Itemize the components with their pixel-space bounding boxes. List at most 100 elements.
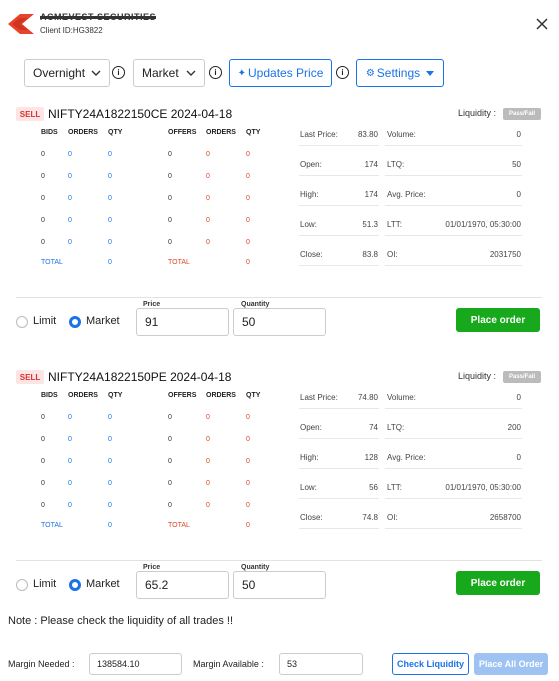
total-bid-qty: 0: [108, 259, 112, 266]
depth-header-orders: ORDERS: [206, 392, 236, 399]
place-order-button[interactable]: Place order: [456, 571, 540, 595]
price-input[interactable]: 91: [136, 308, 229, 336]
offer-orders: 0: [206, 502, 210, 509]
check-liquidity-button[interactable]: Check Liquidity: [392, 653, 469, 675]
info-icon[interactable]: i: [112, 66, 125, 79]
stat-label-ltq: LTQ:: [387, 423, 405, 432]
stat-last-price: 83.80: [357, 130, 378, 139]
quantity-input[interactable]: 50: [233, 571, 326, 599]
offer-qty: 0: [246, 239, 250, 246]
quantity-input[interactable]: 50: [233, 308, 326, 336]
offer-price: 0: [168, 239, 172, 246]
depth-total-label: TOTAL: [168, 259, 190, 266]
stat-label-open: Open:: [300, 160, 322, 169]
offer-qty: 0: [246, 502, 250, 509]
depth-header-qty: QTY: [108, 392, 123, 399]
stat-divider: [385, 528, 522, 529]
offer-qty: 0: [246, 480, 250, 487]
place-order-button[interactable]: Place order: [456, 308, 540, 332]
depth-total-label: TOTAL: [41, 522, 63, 529]
bid-orders: 0: [68, 502, 72, 509]
bid-price: 0: [41, 436, 45, 443]
offer-price: 0: [168, 458, 172, 465]
stat-open: 74: [369, 423, 378, 432]
depth-header-bids: BIDS: [41, 392, 58, 399]
bid-qty: 0: [108, 436, 112, 443]
offer-orders: 0: [206, 151, 210, 158]
instrument-name: NIFTY24A1822150CE 2024-04-18: [48, 107, 233, 121]
side-badge: SELL: [16, 370, 44, 384]
product-select[interactable]: Overnight: [24, 59, 110, 87]
offer-orders: 0: [206, 195, 210, 202]
stat-label-volume: Volume:: [387, 130, 416, 139]
bid-price: 0: [41, 173, 45, 180]
stat-last-price: 74.80: [357, 393, 378, 402]
stat-volume: 0: [516, 393, 521, 402]
margin-needed-field: 138584.10: [89, 653, 182, 675]
info-icon[interactable]: i: [336, 66, 349, 79]
refresh-icon: ✦: [237, 67, 246, 79]
market-radio[interactable]: [69, 579, 81, 591]
price-input[interactable]: 65.2: [136, 571, 229, 599]
depth-header-qty: QTY: [108, 129, 123, 136]
bid-orders: 0: [68, 217, 72, 224]
stat-ltt: 01/01/1970, 05:30:00: [445, 483, 521, 492]
order-type-select-value: Market: [142, 66, 179, 80]
offer-orders: 0: [206, 458, 210, 465]
place-all-order-button[interactable]: Place All Order: [474, 653, 548, 675]
margin-available-field: 53: [279, 653, 363, 675]
updates-price-button[interactable]: ✦ Updates Price: [229, 59, 332, 87]
offer-qty: 0: [246, 458, 250, 465]
liquidity-label: Liquidity :: [458, 108, 497, 118]
stat-divider: [385, 438, 522, 439]
price-label: Price: [143, 564, 161, 571]
stat-divider: [385, 175, 522, 176]
bid-orders: 0: [68, 458, 72, 465]
stat-label-high: High:: [300, 453, 319, 462]
stat-close: 83.8: [362, 250, 378, 259]
stat-divider: [385, 408, 522, 409]
stat-divider: [385, 498, 522, 499]
bid-qty: 0: [108, 151, 112, 158]
bid-orders: 0: [68, 173, 72, 180]
pass-fail-badge: Pass/Fail: [503, 371, 541, 383]
stat-divider: [385, 145, 522, 146]
bid-price: 0: [41, 414, 45, 421]
market-label: Market: [86, 315, 120, 327]
order-type-select[interactable]: Market: [133, 59, 205, 87]
stat-label-open: Open:: [300, 423, 322, 432]
limit-radio[interactable]: [16, 579, 28, 591]
info-icon[interactable]: i: [209, 66, 222, 79]
stat-ltq: 200: [507, 423, 521, 432]
section-divider: [16, 297, 542, 298]
total-offer-qty: 0: [246, 522, 250, 529]
stat-avg-price: 0: [516, 190, 521, 199]
bid-orders: 0: [68, 151, 72, 158]
bid-orders: 0: [68, 239, 72, 246]
stat-divider: [299, 175, 379, 176]
close-icon[interactable]: [534, 16, 550, 32]
bid-price: 0: [41, 217, 45, 224]
bid-price: 0: [41, 480, 45, 487]
offer-orders: 0: [206, 217, 210, 224]
settings-button[interactable]: ⚙ Settings: [356, 59, 444, 87]
stat-label-ltt: LTT:: [387, 483, 402, 492]
stat-label-oi: OI:: [387, 250, 398, 259]
bid-orders: 0: [68, 414, 72, 421]
market-radio[interactable]: [69, 316, 81, 328]
depth-header-offers: OFFERS: [168, 129, 197, 136]
bid-qty: 0: [108, 195, 112, 202]
stat-avg-price: 0: [516, 453, 521, 462]
offer-orders: 0: [206, 480, 210, 487]
stat-oi: 2031750: [489, 250, 521, 259]
quantity-label: Quantity: [241, 301, 270, 308]
offer-qty: 0: [246, 173, 250, 180]
depth-total-label: TOTAL: [41, 259, 63, 266]
stat-label-close: Close:: [300, 250, 323, 259]
stat-ltq: 50: [512, 160, 521, 169]
order-form-1: Limit Market Price 91 Quantity 50 Place …: [0, 301, 559, 340]
limit-radio[interactable]: [16, 316, 28, 328]
offer-qty: 0: [246, 217, 250, 224]
section-divider: [16, 560, 542, 561]
client-id: Client ID:HG3822: [40, 26, 103, 35]
